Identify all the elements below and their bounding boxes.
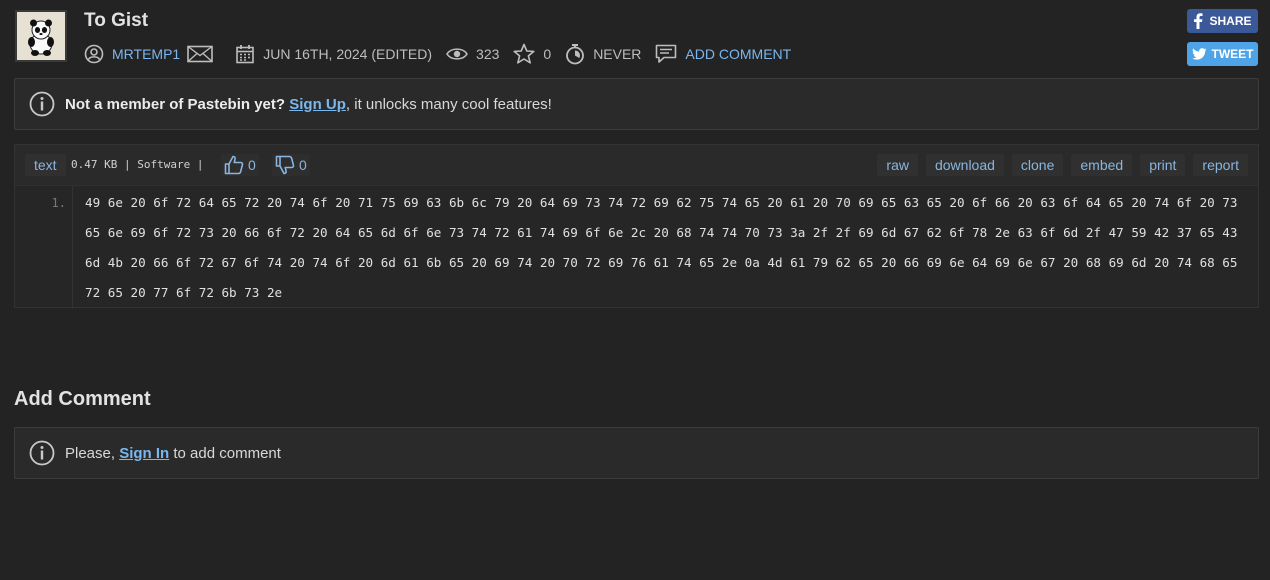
author-item: MRTEMP1 xyxy=(84,44,221,64)
report-button[interactable]: report xyxy=(1193,154,1248,176)
date-item: JUN 16TH, 2024 (EDITED) xyxy=(235,44,432,64)
add-comment-link[interactable]: ADD COMMENT xyxy=(685,46,791,62)
eye-icon xyxy=(446,48,468,60)
info-icon xyxy=(29,440,55,466)
author-link[interactable]: MRTEMP1 xyxy=(112,46,180,62)
signin-notice: Please, Sign In to add comment xyxy=(14,427,1259,479)
paste-date: JUN 16TH, 2024 (EDITED) xyxy=(263,46,433,62)
signup-notice-bold: Not a member of Pastebin yet? xyxy=(65,95,286,113)
line-number-gutter: 1. xyxy=(15,186,73,309)
paste-actions: raw download clone embed print report xyxy=(877,154,1248,176)
signin-suffix: to add comment xyxy=(169,444,281,462)
mail-icon[interactable] xyxy=(187,45,214,63)
tweet-button[interactable]: TWEET xyxy=(1187,42,1258,66)
star-count: 0 xyxy=(543,46,552,62)
views-item: 323 xyxy=(446,46,499,62)
embed-button[interactable]: embed xyxy=(1071,154,1133,176)
thumbs-down-icon xyxy=(275,155,295,175)
share-label: SHARE xyxy=(1209,14,1252,28)
facebook-icon xyxy=(1194,13,1203,29)
star-icon[interactable] xyxy=(513,43,535,65)
paste-box: text 0.47 KB | Software | 0 0 raw downlo… xyxy=(14,144,1259,309)
avatar[interactable] xyxy=(15,10,67,62)
dislike-count: 0 xyxy=(299,157,307,173)
signup-notice: Not a member of Pastebin yet? Sign Up, i… xyxy=(14,78,1259,130)
code-content[interactable]: 49 6e 20 6f 72 64 65 72 20 74 6f 20 71 7… xyxy=(85,188,1255,308)
download-button[interactable]: download xyxy=(925,154,1004,176)
thumbs-up-icon xyxy=(224,155,244,175)
expiry-item: NEVER xyxy=(565,43,641,65)
calendar-icon xyxy=(236,45,255,64)
comment-icon xyxy=(656,44,677,63)
like-count: 0 xyxy=(248,157,256,173)
signup-link[interactable]: Sign Up xyxy=(289,96,346,113)
twitter-icon xyxy=(1191,48,1206,60)
paste-size-category: 0.47 KB | Software | xyxy=(71,158,204,171)
print-button[interactable]: print xyxy=(1140,154,1186,176)
code-area[interactable]: 1. 49 6e 20 6f 72 64 65 72 20 74 6f 20 7… xyxy=(15,186,1258,309)
view-count: 323 xyxy=(476,46,500,62)
paste-title: To Gist xyxy=(84,10,149,31)
stars-item: 0 xyxy=(513,43,551,65)
signin-prefix: Please, xyxy=(65,444,120,462)
add-comment-item[interactable]: ADD COMMENT xyxy=(655,44,791,64)
user-icon xyxy=(84,44,104,64)
info-icon xyxy=(29,91,55,117)
stopwatch-icon xyxy=(566,44,585,65)
share-facebook-button[interactable]: SHARE xyxy=(1187,9,1258,33)
like-button[interactable]: 0 xyxy=(221,154,259,176)
line-number: 1. xyxy=(51,196,66,210)
paste-toolbar: text 0.47 KB | Software | 0 0 raw downlo… xyxy=(15,145,1258,186)
raw-button[interactable]: raw xyxy=(877,154,918,176)
clone-button[interactable]: clone xyxy=(1011,154,1064,176)
syntax-tag[interactable]: text xyxy=(25,154,66,176)
signin-link[interactable]: Sign In xyxy=(119,445,169,462)
tweet-label: TWEET xyxy=(1211,47,1254,61)
add-comment-heading: Add Comment xyxy=(14,388,151,410)
signup-notice-rest: , it unlocks many cool features! xyxy=(345,95,552,113)
panda-avatar-icon xyxy=(17,12,65,60)
expiry-value: NEVER xyxy=(593,46,642,62)
dislike-button[interactable]: 0 xyxy=(272,154,310,176)
paste-meta: MRTEMP1 JUN 16TH, 2024 (EDITED) 323 0 NE… xyxy=(84,43,805,65)
